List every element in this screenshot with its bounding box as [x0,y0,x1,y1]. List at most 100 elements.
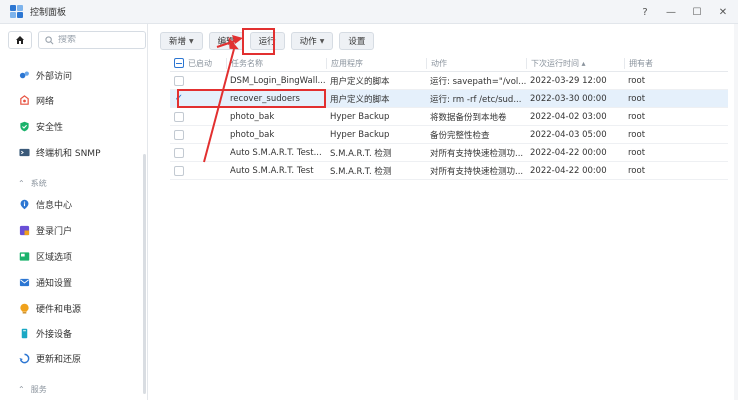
sidebar: 外部访问 网络 安全性 终端机和 SNMP ⌃ 系统 信息中心 登录门户 区域选… [0,24,148,400]
cell-application: Hyper Backup [330,111,390,122]
cell-application: S.M.A.R.T. 检测 [330,166,392,177]
enabled-checkbox[interactable] [174,165,184,176]
enabled-checkbox[interactable] [174,75,184,86]
cell-application: S.M.A.R.T. 检测 [330,148,392,159]
search-input[interactable] [58,35,138,45]
enabled-checkbox[interactable] [174,111,184,122]
table-row[interactable]: Auto S.M.A.R.T. Test... S.M.A.R.T. 检测 对所有支… [170,144,728,162]
table-header: 已启动 任务名称 应用程序 动作 下次运行时间 ▴ 拥有者 [170,55,728,72]
cell-owner: root [628,93,646,104]
sidebar-item-label: 区域选项 [36,252,73,263]
table-row[interactable]: photo_bak Hyper Backup 将数据备份到本地卷 2022-04-02… [170,108,728,126]
enabled-checkbox[interactable] [174,129,184,140]
sidebar-item-label: 外接设备 [36,329,73,340]
sidebar-scrollbar[interactable] [143,154,146,394]
settings-button[interactable]: 设置 [339,32,375,50]
header-action[interactable]: 动作 [426,57,526,69]
search-icon [45,35,54,44]
chevron-up-icon: ⌃ [18,384,25,394]
cell-next-run: 2022-04-22 00:00 [530,147,607,158]
table-row[interactable]: DSM_Login_BingWall... 用户定义的脚本 运行: savepath… [170,72,728,90]
cell-application: 用户定义的脚本 [330,76,390,87]
edit-button[interactable]: 编辑 [208,32,244,50]
info-center-icon [18,198,30,210]
sidebar-item-login-portal[interactable]: 登录门户 [0,219,147,241]
action-button[interactable]: 动作 ▼ [290,32,334,50]
window-title: 控制面板 [30,8,67,18]
main-scrollbar[interactable] [734,24,738,400]
sidebar-item-network[interactable]: 网络 [0,89,147,111]
task-table: 已启动 任务名称 应用程序 动作 下次运行时间 ▴ 拥有者 DSM_Login_… [170,55,728,180]
caret-down-icon: ▼ [189,37,194,45]
cell-owner: root [628,129,646,140]
login-portal-icon [18,224,30,236]
sidebar-item-label: 安全性 [36,122,64,133]
header-next-run[interactable]: 下次运行时间 ▴ [526,57,624,69]
hardware-power-icon [18,302,30,314]
cell-enabled [170,165,226,176]
cell-next-run: 2022-04-22 00:00 [530,165,607,176]
maximize-button[interactable]: ☐ [690,7,704,18]
annotation-row-highlight [177,89,326,108]
network-icon [18,94,30,106]
annotation-run-highlight [242,28,275,55]
sidebar-item-label: 更新和还原 [36,354,82,365]
control-panel-icon [10,4,24,19]
sidebar-item-region[interactable]: 区域选项 [0,245,147,267]
cell-enabled [170,147,226,158]
cell-owner: root [628,111,646,122]
sidebar-item-update-restore[interactable]: 更新和还原 [0,347,147,369]
cell-action: 将数据备份到本地卷 [430,112,507,123]
cell-application: 用户定义的脚本 [330,94,390,105]
cell-task-name: photo_bak [230,111,275,122]
sidebar-item-external-access[interactable]: 外部访问 [0,64,147,86]
sidebar-item-label: 终端机和 SNMP [36,148,101,159]
sidebar-item-security[interactable]: 安全性 [0,115,147,137]
sidebar-item-label: 网络 [36,96,55,107]
title-bar: 控制面板 ? — ☐ ✕ [0,0,738,24]
help-button[interactable]: ? [638,7,652,18]
cell-next-run: 2022-03-29 12:00 [530,75,607,86]
cell-action: 对所有支持快速检测功... [430,148,524,159]
security-shield-icon [18,120,30,132]
sidebar-section-services[interactable]: ⌃ 服务 [0,380,147,398]
region-icon [18,250,30,262]
cell-enabled [170,129,226,140]
table-row[interactable]: photo_bak Hyper Backup 备份完整性检查 2022-04-03 0… [170,126,728,144]
table-row[interactable]: Auto S.M.A.R.T. Test S.M.A.R.T. 检测 对所有支持快速… [170,162,728,180]
header-application[interactable]: 应用程序 [326,57,426,69]
cell-action: 对所有支持快速检测功... [430,166,524,177]
sidebar-item-info-center[interactable]: 信息中心 [0,193,147,215]
terminal-icon [18,146,30,158]
sidebar-search[interactable] [38,31,146,49]
update-restore-icon [18,352,30,364]
cell-task-name: Auto S.M.A.R.T. Test [230,165,314,176]
select-all-checkbox[interactable] [174,58,184,68]
home-button[interactable] [8,31,32,49]
enabled-checkbox[interactable] [174,147,184,158]
header-task-name[interactable]: 任务名称 [226,57,326,69]
cell-task-name: photo_bak [230,129,275,140]
sidebar-item-label: 信息中心 [36,200,73,211]
external-access-icon [18,69,30,81]
sidebar-item-label: 硬件和电源 [36,304,82,315]
cell-enabled [170,75,226,86]
close-button[interactable]: ✕ [716,7,730,18]
header-owner[interactable]: 拥有者 [624,57,728,69]
cell-application: Hyper Backup [330,129,390,140]
sidebar-item-label: 外部访问 [36,71,73,82]
cell-task-name: DSM_Login_BingWall... [230,75,326,86]
home-icon [16,36,24,44]
sidebar-item-terminal-snmp[interactable]: 终端机和 SNMP [0,141,147,163]
sidebar-item-external-devices[interactable]: 外接设备 [0,322,147,344]
cell-next-run: 2022-03-30 00:00 [530,93,607,104]
sidebar-section-system[interactable]: ⌃ 系统 [0,174,147,192]
notification-icon [18,276,30,288]
cell-next-run: 2022-04-02 03:00 [530,111,607,122]
minimize-button[interactable]: — [664,7,678,18]
cell-owner: root [628,165,646,176]
create-button[interactable]: 新增 ▼ [160,32,203,50]
header-enabled[interactable]: 已启动 [170,58,226,69]
sidebar-item-hardware-power[interactable]: 硬件和电源 [0,297,147,319]
sidebar-item-notification[interactable]: 通知设置 [0,271,147,293]
